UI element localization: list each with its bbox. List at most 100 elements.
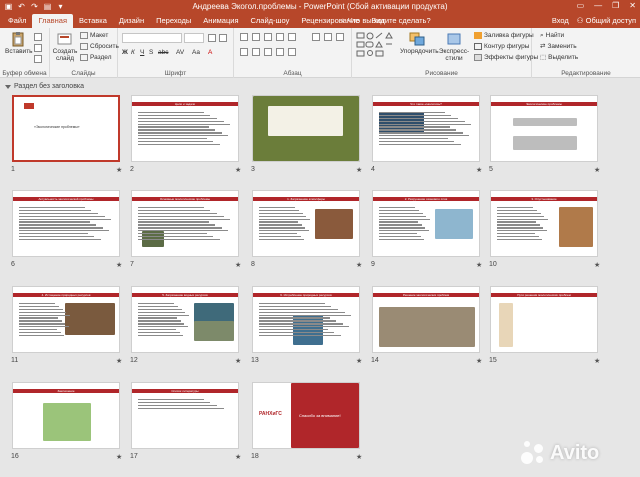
transition-star-icon[interactable]: ★ — [116, 453, 122, 461]
slide-thumbnail[interactable]: Решение экологических проблем — [372, 286, 480, 353]
align-center-icon[interactable] — [252, 48, 260, 56]
transition-star-icon[interactable]: ★ — [235, 453, 241, 461]
transition-star-icon[interactable]: ★ — [594, 166, 600, 174]
slide-image — [65, 303, 115, 335]
decrease-font-icon[interactable] — [219, 34, 227, 42]
tab-0[interactable]: Файл — [2, 14, 32, 28]
quick-styles-button[interactable]: Экспресс-стили — [436, 31, 472, 62]
layout-button[interactable]: Макет — [80, 31, 108, 40]
slide-thumbnail[interactable]: Пути решения экологических проблем — [490, 286, 598, 353]
reset-button[interactable]: Сбросить — [80, 42, 119, 51]
shape-fill-button[interactable]: Заливка фигуры — [474, 31, 534, 40]
transition-star-icon[interactable]: ★ — [476, 357, 482, 365]
share-button[interactable]: ⚇ Общий доступ — [577, 14, 636, 28]
italic-button[interactable]: К — [131, 48, 135, 57]
tab-6[interactable]: Слайд-шоу — [245, 14, 296, 28]
line-spacing-icon[interactable] — [288, 33, 296, 41]
underline-button[interactable]: Ч — [140, 48, 144, 57]
slide-thumbnail[interactable]: Цели и задачи — [131, 95, 239, 162]
find-button[interactable]: ⌕ Найти — [540, 31, 564, 40]
slide-thumbnail[interactable]: Заключение — [12, 382, 120, 449]
replace-button[interactable]: ⇄ Заменить — [540, 42, 577, 51]
transition-star-icon[interactable]: ★ — [356, 166, 362, 174]
slide-thumbnail[interactable]: 4. Истощение природных ресурсов — [12, 286, 120, 353]
slide-thumbnail[interactable] — [252, 95, 360, 162]
font-size-input[interactable] — [184, 33, 204, 43]
char-spacing-button[interactable]: AV — [176, 48, 184, 57]
decrease-indent-icon[interactable] — [264, 33, 272, 41]
slide-thumbnail[interactable]: 6. Истребление природных ресурсов — [252, 286, 360, 353]
section-button[interactable]: Раздел — [80, 53, 111, 62]
minimize-button[interactable]: — — [594, 1, 602, 10]
section-header[interactable]: Раздел без заголовка — [5, 83, 84, 90]
transition-star-icon[interactable]: ★ — [235, 166, 241, 174]
slide-image — [435, 209, 473, 239]
drawing-group: Упорядочить Экспресс-стили Заливка фигур… — [352, 28, 538, 78]
slide-thumbnail[interactable]: Актуальность экологической проблемы — [12, 190, 120, 257]
ribbon-display-icon[interactable]: ▭ — [577, 1, 585, 10]
tab-4[interactable]: Переходы — [150, 14, 197, 28]
transition-star-icon[interactable]: ★ — [356, 453, 362, 461]
slide-thumbnail[interactable]: 3. Опустынивание — [490, 190, 598, 257]
slide-thumbnail[interactable]: Список литературы — [131, 382, 239, 449]
slide-thumbnail[interactable]: Что такое «экология»? — [372, 95, 480, 162]
close-button[interactable]: ✕ — [629, 1, 636, 10]
shape-outline-button[interactable]: Контур фигуры — [474, 42, 529, 51]
sign-in-link[interactable]: Вход — [552, 14, 569, 28]
slide-text-block — [379, 112, 473, 147]
transition-star-icon[interactable]: ★ — [594, 261, 600, 269]
transition-star-icon[interactable]: ★ — [235, 261, 241, 269]
tell-me-search[interactable]: ♀ Что вы хотите сделать? — [340, 14, 431, 28]
arrange-button[interactable]: Упорядочить — [400, 31, 439, 55]
slide-thumbnail[interactable]: 1. Загрязнение атмосферы — [252, 190, 360, 257]
slide-thumbnail[interactable]: 5. Загрязнение водных ресурсов — [131, 286, 239, 353]
tab-5[interactable]: Анимация — [197, 14, 244, 28]
slide-thumbnail[interactable]: «Экологические проблемы» — [12, 95, 120, 162]
align-text-icon[interactable] — [324, 33, 332, 41]
cut-icon[interactable] — [34, 33, 42, 41]
transition-star-icon[interactable]: ★ — [594, 357, 600, 365]
increase-indent-icon[interactable] — [276, 33, 284, 41]
new-slide-label: Создать слайд — [52, 48, 78, 62]
transition-star-icon[interactable]: ★ — [476, 166, 482, 174]
numbering-icon[interactable] — [252, 33, 260, 41]
copy-icon[interactable] — [34, 44, 42, 52]
paste-button[interactable]: Вставить — [5, 31, 33, 55]
shapes-gallery[interactable] — [356, 32, 396, 58]
shadow-button[interactable]: S — [149, 48, 153, 57]
transition-star-icon[interactable]: ★ — [356, 357, 362, 365]
tab-3[interactable]: Дизайн — [113, 14, 150, 28]
transition-star-icon[interactable]: ★ — [235, 357, 241, 365]
font-color-button[interactable]: A — [208, 48, 212, 57]
slide-number: 6 — [11, 261, 15, 268]
transition-star-icon[interactable]: ★ — [356, 261, 362, 269]
align-left-icon[interactable] — [240, 48, 248, 56]
text-direction-icon[interactable] — [312, 33, 320, 41]
new-slide-button[interactable]: Создать слайд — [52, 31, 78, 62]
smartart-icon[interactable] — [336, 33, 344, 41]
bullets-icon[interactable] — [240, 33, 248, 41]
change-case-button[interactable]: Aa — [192, 48, 200, 57]
transition-star-icon[interactable]: ★ — [116, 261, 122, 269]
align-right-icon[interactable] — [264, 48, 272, 56]
select-button[interactable]: ⬚ Выделить — [540, 53, 578, 62]
format-painter-icon[interactable] — [34, 55, 42, 63]
transition-star-icon[interactable]: ★ — [116, 357, 122, 365]
justify-icon[interactable] — [276, 48, 284, 56]
slide-thumbnail[interactable]: 2. Разрушение озонового слоя — [372, 190, 480, 257]
transition-star-icon[interactable]: ★ — [476, 261, 482, 269]
slide-thumbnail[interactable]: Спасибо за внимание! РАНХиГС — [252, 382, 360, 449]
collapse-section-icon[interactable] — [5, 84, 11, 89]
tab-1[interactable]: Главная — [32, 14, 73, 28]
font-name-input[interactable] — [122, 33, 182, 43]
shape-effects-button[interactable]: Эффекты фигуры — [474, 53, 538, 62]
transition-star-icon[interactable]: ★ — [116, 166, 122, 174]
bold-button[interactable]: Ж — [122, 48, 128, 57]
strikethrough-button[interactable]: abc — [158, 48, 168, 57]
increase-font-icon[interactable] — [208, 34, 216, 42]
restore-button[interactable]: ❐ — [612, 1, 619, 10]
tab-2[interactable]: Вставка — [73, 14, 113, 28]
slide-thumbnail[interactable]: Экологические проблемы — [490, 95, 598, 162]
slide-thumbnail[interactable]: Основные экологические проблемы — [131, 190, 239, 257]
columns-icon[interactable] — [288, 48, 296, 56]
